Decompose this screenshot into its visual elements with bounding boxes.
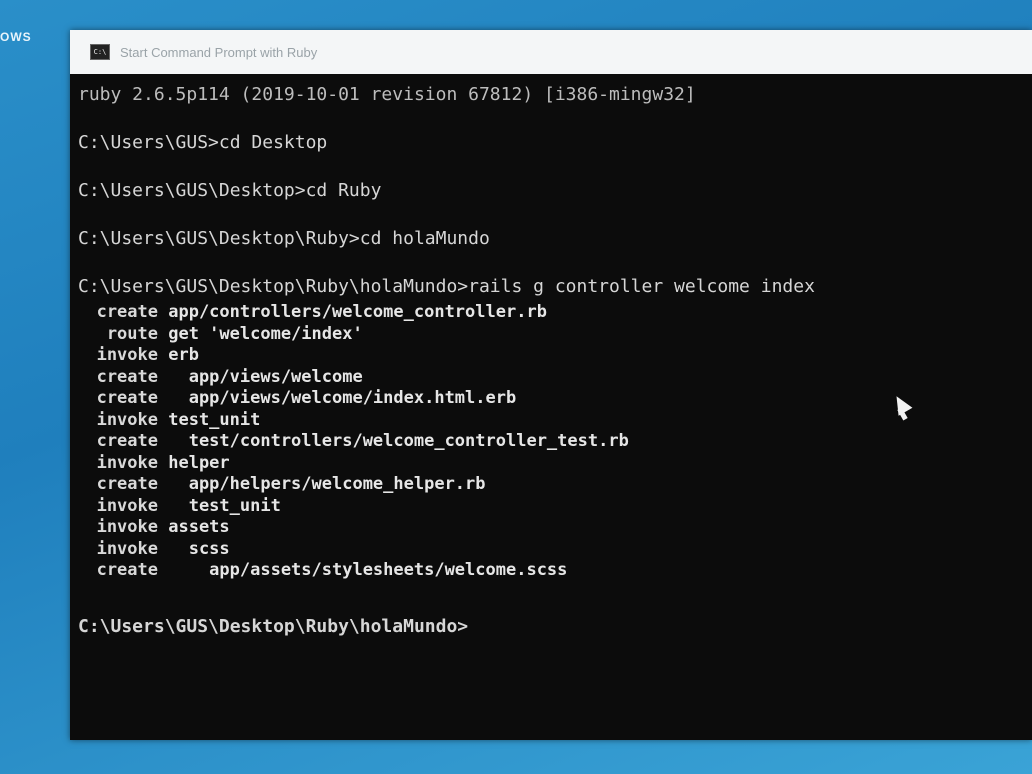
title-bar[interactable]: C:\ Start Command Prompt with Ruby [70,30,1032,74]
console-output[interactable]: ruby 2.6.5p114 (2019-10-01 revision 6781… [78,76,1032,740]
output-line: invoke scss [78,538,230,560]
console-line: C:\Users\GUS\Desktop\Ruby>cd holaMundo [78,228,490,249]
console-line: C:\Users\GUS>cd Desktop [78,132,328,153]
output-verb: invoke [96,538,158,559]
output-verb: invoke [96,345,158,365]
output-text: get 'welcome/index' [158,323,363,344]
output-line: create test/controllers/welcome_controll… [78,430,629,452]
console-app-icon: C:\ [90,44,110,60]
output-text: app/assets/stylesheets/welcome.scss [158,560,568,580]
output-line: create app/views/welcome/index.html.erb [78,387,517,409]
output-text: erb [158,345,199,365]
output-line: create app/assets/stylesheets/welcome.sc… [78,559,568,581]
output-text: app/views/welcome/index.html.erb [158,388,517,408]
console-line: C:\Users\GUS\Desktop>cd Ruby [78,180,382,201]
command-prompt[interactable]: C:\Users\GUS\Desktop\Ruby\holaMundo> [78,616,468,638]
output-verb: create [96,474,158,494]
window-title: Start Command Prompt with Ruby [120,44,318,60]
output-text: assets [158,517,230,537]
output-line: invoke test_unit [78,409,261,431]
command-prompt-window[interactable]: C:\ Start Command Prompt with Ruby ruby … [70,30,1032,740]
output-verb: invoke [96,409,158,430]
output-line: invoke assets [78,516,230,538]
desktop-text: OWS [0,30,32,44]
output-line: create app/helpers/welcome_helper.rb [78,473,486,495]
console-line: C:\Users\GUS\Desktop\Ruby\holaMundo>rail… [78,276,815,297]
output-line: create app/views/welcome [78,366,363,388]
output-line: create app/controllers/welcome_controlle… [78,301,547,323]
output-text: scss [158,538,230,559]
output-text: test_unit [158,409,261,430]
output-text: test_unit [158,495,281,516]
console-line: ruby 2.6.5p114 (2019-10-01 revision 6781… [78,84,696,105]
output-line: invoke erb [78,344,199,366]
output-verb: invoke [96,452,158,473]
output-text: app/controllers/welcome_controller.rb [158,302,547,322]
output-verb: route [106,323,158,344]
output-text: app/views/welcome [158,366,363,387]
output-line: route get 'welcome/index' [78,323,363,345]
output-verb: create [96,302,158,322]
output-verb: invoke [96,517,158,537]
output-line: invoke helper [78,452,230,474]
output-verb: create [96,388,158,408]
output-text: app/helpers/welcome_helper.rb [158,474,486,494]
output-line: invoke test_unit [78,495,281,517]
output-text: helper [158,452,230,473]
output-verb: create [96,431,158,451]
output-verb: create [96,560,158,580]
output-verb: invoke [96,495,158,516]
output-verb: create [96,366,158,387]
output-text: test/controllers/welcome_controller_test… [158,431,629,451]
